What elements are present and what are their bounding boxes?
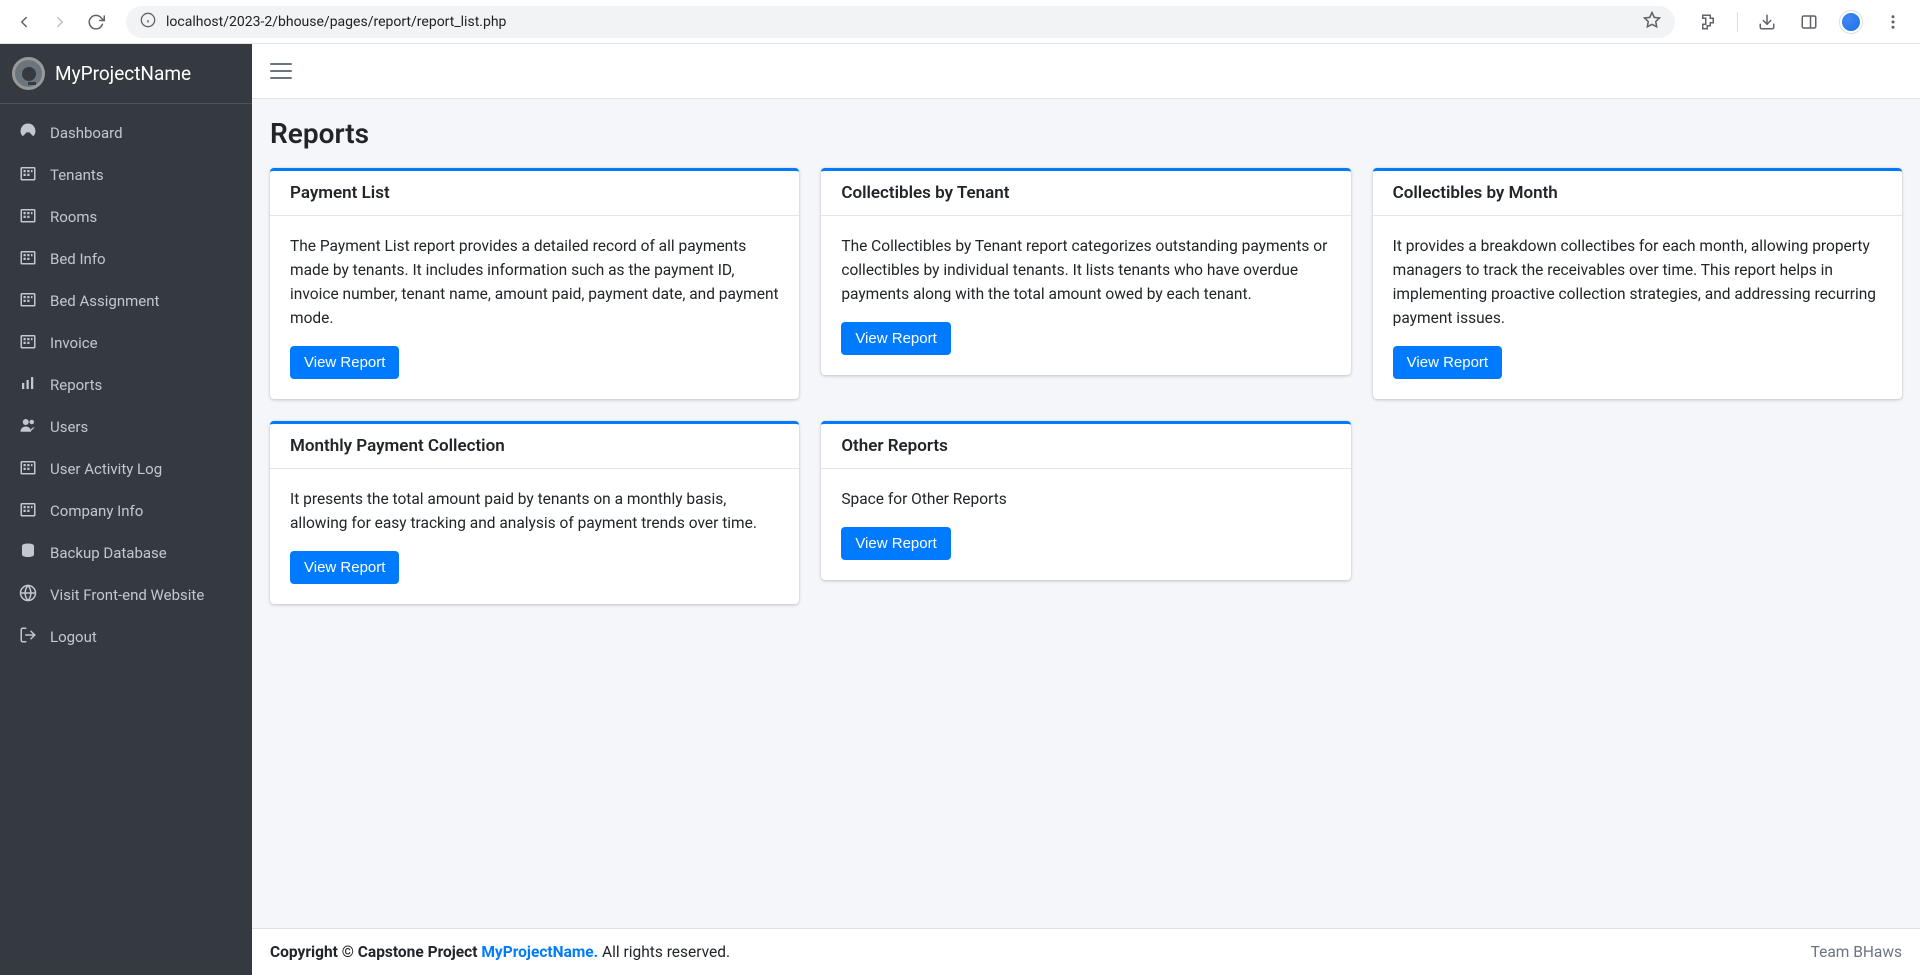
- back-button[interactable]: [10, 8, 38, 36]
- globe-icon: [18, 584, 38, 606]
- logout-icon: [18, 626, 38, 648]
- sidebar-item-reports[interactable]: Reports: [6, 364, 246, 406]
- sidebar-item-label: Rooms: [50, 208, 97, 226]
- separator: [1737, 12, 1738, 32]
- url-text: localhost/2023-2/bhouse/pages/report/rep…: [166, 14, 1633, 30]
- view-report-button[interactable]: View Report: [290, 346, 399, 379]
- menu-toggle-icon[interactable]: [270, 63, 292, 79]
- footer-left: Copyright © Capstone Project MyProjectNa…: [270, 943, 730, 961]
- card-description: Space for Other Reports: [841, 487, 1330, 511]
- profile-avatar[interactable]: [1834, 5, 1868, 39]
- building-icon: [18, 164, 38, 186]
- nav-list: Dashboard Tenants Rooms Bed Info Bed Assignm…: [0, 104, 252, 666]
- sidebar-item-label: Reports: [50, 376, 102, 394]
- browser-chrome: localhost/2023-2/bhouse/pages/report/rep…: [0, 0, 1920, 44]
- report-card: Payment List The Payment List report prov…: [270, 168, 799, 399]
- report-card: Monthly Payment Collection It presents th…: [270, 421, 799, 604]
- sidebar-item-label: User Activity Log: [50, 460, 162, 478]
- sidebar-item-label: Tenants: [50, 166, 104, 184]
- sidebar-item-bed-assignment[interactable]: Bed Assignment: [6, 280, 246, 322]
- building-icon: [18, 332, 38, 354]
- reload-button[interactable]: [82, 8, 110, 36]
- topbar: [252, 44, 1920, 99]
- sidebar-item-bed-info[interactable]: Bed Info: [6, 238, 246, 280]
- url-bar[interactable]: localhost/2023-2/bhouse/pages/report/rep…: [126, 6, 1675, 38]
- card-description: It provides a breakdown collectibes for …: [1393, 234, 1882, 330]
- download-icon[interactable]: [1750, 5, 1784, 39]
- sidebar-item-tenants[interactable]: Tenants: [6, 154, 246, 196]
- card-title: Monthly Payment Collection: [290, 436, 779, 456]
- view-report-button[interactable]: View Report: [1393, 346, 1502, 379]
- sidebar-item-label: Company Info: [50, 502, 143, 520]
- extensions-icon[interactable]: [1691, 5, 1725, 39]
- sidebar-item-label: Backup Database: [50, 544, 167, 562]
- card-description: The Payment List report provides a detai…: [290, 234, 779, 330]
- building-icon: [18, 290, 38, 312]
- building-icon: [18, 248, 38, 270]
- copyright-prefix: Copyright © Capstone Project: [270, 943, 481, 961]
- view-report-button[interactable]: View Report: [841, 527, 950, 560]
- info-icon: [140, 12, 156, 32]
- sidebar-item-label: Visit Front-end Website: [50, 586, 204, 604]
- card-title: Payment List: [290, 183, 779, 203]
- sidebar-item-label: Users: [50, 418, 88, 436]
- footer-project-link[interactable]: MyProjectName.: [481, 943, 598, 961]
- page-title: Reports: [270, 117, 1902, 150]
- card-title: Collectibles by Month: [1393, 183, 1882, 203]
- content: Reports Payment List The Payment List rep…: [252, 99, 1920, 928]
- card-description: It presents the total amount paid by ten…: [290, 487, 779, 535]
- users-icon: [18, 416, 38, 438]
- brand-name: MyProjectName: [55, 62, 191, 85]
- star-icon[interactable]: [1643, 11, 1661, 33]
- sidebar-item-label: Invoice: [50, 334, 98, 352]
- panel-icon[interactable]: [1792, 5, 1826, 39]
- report-card: Collectibles by Month It provides a break…: [1373, 168, 1902, 399]
- sidebar-item-label: Bed Assignment: [50, 292, 159, 310]
- forward-button[interactable]: [46, 8, 74, 36]
- sidebar-item-rooms[interactable]: Rooms: [6, 196, 246, 238]
- report-card: Other Reports Space for Other Reports View…: [821, 421, 1350, 580]
- sidebar-item-company-info[interactable]: Company Info: [6, 490, 246, 532]
- sidebar-item-visit-front-end-website[interactable]: Visit Front-end Website: [6, 574, 246, 616]
- menu-icon[interactable]: [1876, 5, 1910, 39]
- footer-rights: All rights reserved.: [598, 943, 730, 961]
- sidebar-item-backup-database[interactable]: Backup Database: [6, 532, 246, 574]
- building-icon: [18, 500, 38, 522]
- building-icon: [18, 206, 38, 228]
- sidebar: MyProjectName Dashboard Tenants Rooms Bed I…: [0, 44, 252, 975]
- footer: Copyright © Capstone Project MyProjectNa…: [252, 928, 1920, 975]
- chart-icon: [18, 374, 38, 396]
- brand-logo-icon: [12, 57, 45, 90]
- database-icon: [18, 542, 38, 564]
- sidebar-item-label: Bed Info: [50, 250, 106, 268]
- card-description: The Collectibles by Tenant report catego…: [841, 234, 1330, 306]
- card-title: Other Reports: [841, 436, 1330, 456]
- brand[interactable]: MyProjectName: [0, 44, 252, 104]
- report-card: Collectibles by Tenant The Collectibles b…: [821, 168, 1350, 375]
- view-report-button[interactable]: View Report: [841, 322, 950, 355]
- sidebar-item-label: Logout: [50, 628, 97, 646]
- sidebar-item-users[interactable]: Users: [6, 406, 246, 448]
- sidebar-item-invoice[interactable]: Invoice: [6, 322, 246, 364]
- sidebar-item-user-activity-log[interactable]: User Activity Log: [6, 448, 246, 490]
- dashboard-icon: [18, 122, 38, 144]
- report-cards: Payment List The Payment List report prov…: [270, 168, 1902, 604]
- building-icon: [18, 458, 38, 480]
- sidebar-item-label: Dashboard: [50, 124, 123, 142]
- sidebar-item-dashboard[interactable]: Dashboard: [6, 112, 246, 154]
- sidebar-item-logout[interactable]: Logout: [6, 616, 246, 658]
- view-report-button[interactable]: View Report: [290, 551, 399, 584]
- card-title: Collectibles by Tenant: [841, 183, 1330, 203]
- footer-team: Team BHaws: [1811, 943, 1902, 961]
